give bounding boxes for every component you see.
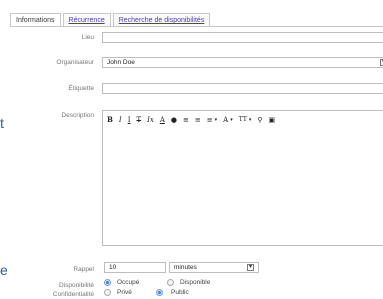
etiquette-select[interactable]: ▾ — [102, 83, 383, 94]
organisateur-select[interactable]: John Doe ▾ — [102, 57, 383, 68]
organisateur-value: John Doe — [107, 59, 135, 66]
radio-disponible[interactable] — [167, 279, 174, 286]
lieu-label: Lieu — [81, 34, 94, 41]
etiquette-label: Étiquette — [68, 85, 94, 92]
link-icon[interactable]: ⚲ — [257, 116, 262, 124]
editor-toolbar: B I I T Ix A ● ≡ ≡ ≡ ▾ A ▾ TT ▾ ⚲ ▣ — [103, 111, 383, 128]
radio-occupe[interactable] — [104, 279, 111, 286]
dropdown-arrow-icon[interactable]: ▾ — [247, 264, 254, 271]
font-family-button[interactable]: A — [223, 116, 228, 124]
disponibilite-label: Disponibilité — [58, 282, 94, 289]
tab-bar: Informations Récurrence Recherche de dis… — [10, 13, 212, 27]
italic-button[interactable]: I — [119, 116, 122, 124]
description-label: Description — [61, 112, 94, 119]
chevron-down-icon[interactable]: ▾ — [230, 117, 233, 123]
radio-prive[interactable] — [104, 289, 111, 296]
clear-format-button[interactable]: Ix — [147, 116, 154, 124]
rappel-unit-select[interactable]: minutes ▾ — [169, 262, 259, 273]
tab-divider — [10, 26, 383, 27]
font-color-button[interactable]: A — [160, 116, 165, 124]
rappel-unit-value: minutes — [174, 264, 197, 271]
description-editor[interactable]: B I I T Ix A ● ≡ ≡ ≡ ▾ A ▾ TT ▾ ⚲ ▣ — [102, 110, 383, 246]
chevron-down-icon[interactable]: ▾ — [215, 117, 218, 123]
clipped-text-fragment: t — [0, 115, 4, 131]
bold-button[interactable]: B — [107, 115, 113, 124]
clipped-text-fragment: e — [0, 262, 8, 278]
font-size-button[interactable]: TT — [239, 116, 247, 123]
bullet-list-icon[interactable]: ≡ — [195, 116, 201, 124]
tab-informations[interactable]: Informations — [10, 13, 61, 27]
rappel-input[interactable]: 10 — [104, 262, 166, 273]
tab-recurrence[interactable]: Récurrence — [62, 13, 111, 26]
etiquette-value — [103, 85, 107, 92]
image-icon[interactable]: ▣ — [269, 116, 276, 124]
underline-button[interactable]: I — [128, 116, 131, 124]
organisateur-label: Organisateur — [56, 59, 94, 66]
rappel-label: Rappel — [73, 266, 94, 273]
align-icon[interactable]: ≡ — [207, 116, 213, 124]
chevron-down-icon[interactable]: ▾ — [249, 117, 252, 123]
radio-disponible-label: Disponible — [180, 279, 211, 286]
strikethrough-button[interactable]: T — [136, 116, 141, 124]
numbered-list-icon[interactable]: ≡ — [183, 116, 189, 124]
radio-public-label: Public — [171, 289, 189, 296]
radio-prive-label: Privé — [117, 289, 132, 296]
radio-occupe-label: Occupé — [117, 279, 140, 286]
tab-recherche-disponibilites[interactable]: Recherche de disponibilités — [112, 13, 211, 26]
confidentialite-label: Confidentialité — [52, 291, 94, 298]
highlight-icon[interactable]: ● — [171, 116, 177, 124]
radio-public[interactable] — [156, 289, 163, 296]
lieu-input[interactable] — [102, 32, 383, 43]
